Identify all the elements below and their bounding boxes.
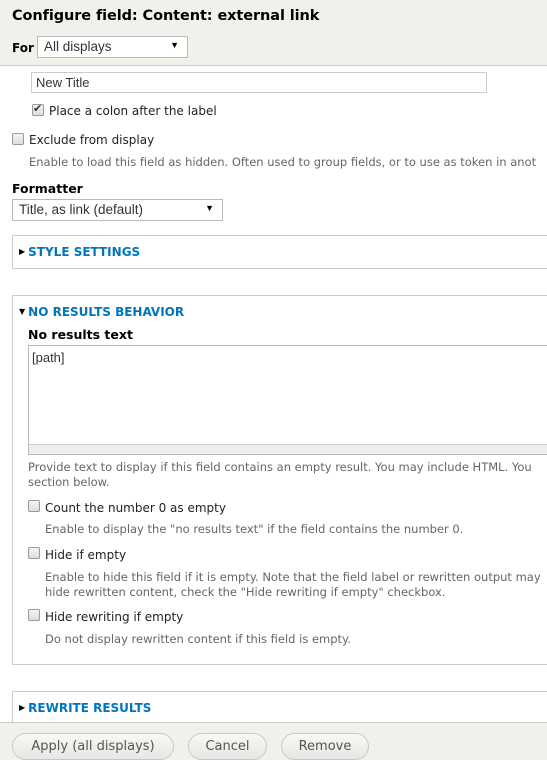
rewrite-results-legend: REWRITE RESULTS [28, 701, 152, 715]
hide-if-empty-checkbox[interactable] [28, 547, 40, 559]
style-settings-toggle[interactable]: ▶ STYLE SETTINGS [19, 245, 140, 259]
count-zero-empty-description: Enable to display the "no results text" … [45, 522, 464, 536]
style-settings-legend: STYLE SETTINGS [28, 245, 141, 259]
formatter-select[interactable]: Title, as link (default) ▼ [12, 199, 223, 221]
exclude-from-display-label: Exclude from display [29, 133, 155, 147]
triangle-right-icon: ▶ [19, 703, 26, 712]
for-display-select[interactable]: All displays ▼ [37, 36, 188, 58]
for-select-value: All displays [44, 39, 112, 54]
remove-button[interactable]: Remove [281, 733, 369, 760]
no-results-toggle[interactable]: ▼ NO RESULTS BEHAVIOR [19, 305, 184, 319]
no-results-legend: NO RESULTS BEHAVIOR [28, 305, 185, 319]
textarea-resize-grip[interactable] [29, 444, 547, 454]
style-settings-fieldset: ▶ STYLE SETTINGS [12, 235, 547, 269]
colon-checkbox-label: Place a colon after the label [49, 104, 217, 118]
count-zero-empty-checkbox[interactable] [28, 500, 40, 512]
formatter-select-value: Title, as link (default) [19, 202, 144, 217]
no-results-description-line1: Provide text to display if this field co… [28, 460, 532, 474]
exclude-from-display-checkbox[interactable] [12, 133, 24, 145]
label-text-input[interactable]: New Title [31, 72, 487, 93]
dialog-header: Configure field: Content: external link … [0, 0, 547, 66]
exclude-description: Enable to load this field as hidden. Oft… [29, 155, 537, 169]
hide-if-empty-description-line1: Enable to hide this field if it is empty… [45, 570, 541, 584]
dialog-footer: Apply (all displays) Cancel Remove [0, 722, 547, 760]
colon-checkbox[interactable] [32, 102, 44, 116]
no-results-textarea[interactable]: [path] [28, 345, 547, 455]
apply-button[interactable]: Apply (all displays) [12, 733, 174, 760]
no-results-description-line2: section below. [28, 475, 110, 489]
dropdown-arrow-icon: ▼ [170, 40, 179, 50]
no-results-text-label: No results text [28, 327, 133, 342]
triangle-right-icon: ▶ [19, 247, 26, 256]
hide-rewriting-checkbox[interactable] [28, 609, 40, 621]
cancel-button[interactable]: Cancel [188, 733, 267, 760]
hide-rewriting-description: Do not display rewritten content if this… [45, 632, 351, 646]
dialog-title: Configure field: Content: external link [12, 8, 320, 24]
rewrite-results-toggle[interactable]: ▶ REWRITE RESULTS [19, 701, 151, 715]
dropdown-arrow-icon: ▼ [205, 203, 214, 213]
for-label: For [12, 41, 34, 55]
hide-if-empty-label: Hide if empty [45, 548, 127, 562]
triangle-down-icon: ▼ [19, 307, 26, 316]
hide-if-empty-description-line2: hide rewritten content, check the "Hide … [45, 585, 446, 599]
no-results-textarea-value: [path] [32, 350, 65, 365]
hide-rewriting-label: Hide rewriting if empty [45, 610, 184, 624]
count-zero-empty-label: Count the number 0 as empty [45, 501, 226, 515]
formatter-label: Formatter [12, 181, 83, 196]
